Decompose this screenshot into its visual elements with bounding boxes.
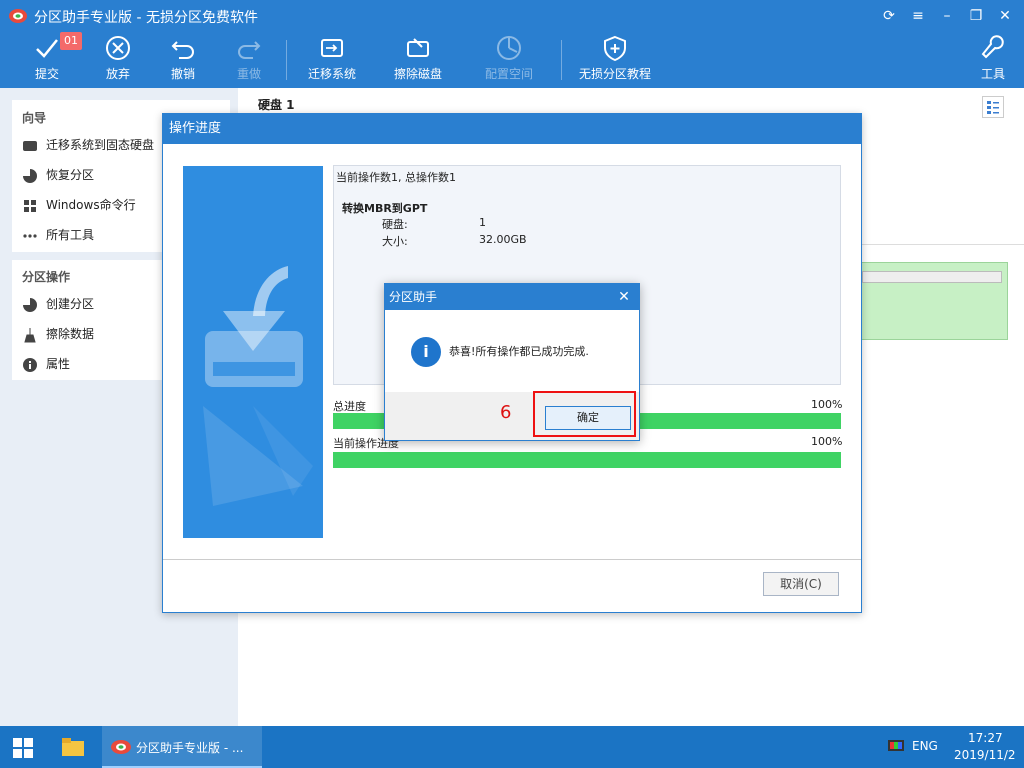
- wipe-disk-label: 擦除磁盘: [393, 67, 442, 81]
- pie-clock-icon: [497, 36, 521, 60]
- disk-value: 1: [479, 216, 486, 229]
- sidebar-item-label: 迁移系统到固态硬盘: [46, 138, 155, 152]
- download-disk-icon: [203, 266, 313, 506]
- restore-button[interactable]: ❐: [966, 6, 986, 26]
- redo-button[interactable]: 重做: [214, 34, 284, 86]
- wrench-icon: [981, 35, 1004, 59]
- broom-icon: [24, 327, 36, 342]
- title-bar: 分区助手专业版 - 无损分区免费软件 ⟳ ≡ – ❐ ✕: [0, 0, 1024, 32]
- more-icon: [23, 233, 37, 238]
- sidebar-item-label: Windows命令行: [46, 198, 136, 212]
- undo-button[interactable]: 撤销: [148, 34, 218, 86]
- sidebar-item-cmd[interactable]: Windows命令行: [22, 194, 136, 216]
- app-logo-icon: [9, 9, 27, 23]
- menu-icon[interactable]: ≡: [908, 6, 928, 26]
- undo-icon: [171, 41, 194, 59]
- sidebar-item-label: 所有工具: [46, 228, 95, 242]
- app-logo-icon: [111, 740, 131, 754]
- undo-label: 撤销: [170, 67, 195, 81]
- windows-start-icon[interactable]: [13, 738, 33, 758]
- size-key: 大小:: [382, 235, 408, 248]
- toolbar: 提交 放弃 撤销 重做 迁移系统 擦除磁盘 配置空间 无损分区教程 工具: [0, 32, 1024, 88]
- sidebar-item-label: 恢复分区: [46, 168, 95, 182]
- highlight-box: [533, 391, 636, 437]
- sidebar-item-label: 创建分区: [46, 297, 95, 311]
- tools-button[interactable]: 工具: [958, 34, 1024, 86]
- dialog-divider: [163, 559, 861, 560]
- sidebar-item-migrate-ssd[interactable]: 迁移系统到固态硬盘: [22, 134, 154, 156]
- redo-label: 重做: [236, 67, 261, 81]
- close-button[interactable]: ✕: [995, 6, 1015, 26]
- migrate-system-label: 迁移系统: [307, 67, 356, 81]
- migrate-system-button[interactable]: 迁移系统: [297, 34, 367, 86]
- sidebar-item-wipe-data[interactable]: 擦除数据: [22, 323, 94, 345]
- tutorial-label: 无损分区教程: [578, 67, 651, 81]
- redo-icon: [238, 41, 261, 59]
- partition-usage-bar: [862, 271, 1002, 283]
- display-icon[interactable]: [888, 740, 904, 754]
- message-box-close-button[interactable]: ✕: [615, 288, 633, 306]
- sidebar-item-label: 擦除数据: [46, 327, 95, 341]
- disk-label: 硬盘 1: [258, 98, 295, 112]
- tutorial-button[interactable]: 无损分区教程: [575, 34, 655, 86]
- sidebar-item-create-partition[interactable]: 创建分区: [22, 293, 94, 315]
- clock-date[interactable]: 2019/11/2: [954, 748, 1016, 762]
- current-progress-percent: 100%: [811, 435, 843, 448]
- current-ops-count: 当前操作数1, 总操作数1: [336, 171, 456, 184]
- shield-plus-icon: [604, 35, 626, 62]
- eraser-disk-icon: [407, 38, 429, 57]
- wipe-disk-button[interactable]: 擦除磁盘: [383, 34, 453, 86]
- taskbar: 分区助手专业版 - ... ENG 17:27 2019/11/2: [0, 726, 1024, 768]
- total-progress-percent: 100%: [811, 398, 843, 411]
- current-progress-bar: [333, 452, 841, 468]
- cancel-button[interactable]: 取消(C): [763, 572, 839, 596]
- toolbar-separator: [286, 40, 287, 80]
- discard-button[interactable]: 放弃: [83, 34, 153, 86]
- disk-icon: [23, 140, 37, 151]
- wizard-title: 向导: [22, 111, 47, 125]
- taskbar-app-label: 分区助手专业版 - ...: [136, 741, 244, 755]
- submit-label: 提交: [34, 67, 59, 81]
- disk-migrate-icon: [321, 39, 343, 57]
- check-icon: [36, 39, 58, 58]
- pending-count-badge: 01: [60, 32, 82, 50]
- info-icon: [23, 357, 37, 372]
- minimize-button[interactable]: –: [937, 6, 957, 26]
- file-explorer-icon[interactable]: [62, 738, 84, 756]
- operation-name: 转换MBR到GPT: [342, 202, 428, 215]
- tools-label: 工具: [980, 67, 1005, 81]
- message-box-body: i 恭喜!所有操作都已成功完成.: [385, 310, 639, 392]
- discard-icon: [106, 36, 130, 60]
- divider: [860, 244, 1024, 245]
- progress-illustration: [183, 166, 323, 538]
- size-value: 32.00GB: [479, 233, 527, 246]
- taskbar-app-button[interactable]: 分区助手专业版 - ...: [102, 726, 262, 768]
- windows-icon: [24, 199, 36, 212]
- sidebar-item-properties[interactable]: 属性: [22, 353, 70, 375]
- toolbar-separator: [561, 40, 562, 80]
- window-title: 分区助手专业版 - 无损分区免费软件: [34, 10, 258, 26]
- info-icon: i: [411, 337, 441, 367]
- allocate-space-label: 配置空间: [484, 67, 533, 81]
- clock-time[interactable]: 17:27: [968, 731, 1003, 745]
- step-number: 6: [500, 402, 512, 423]
- message-text: 恭喜!所有操作都已成功完成.: [449, 345, 589, 358]
- progress-dialog-title: 操作进度: [163, 114, 861, 144]
- view-toggle-icon[interactable]: [982, 96, 1004, 118]
- sidebar-item-all-tools[interactable]: 所有工具: [22, 224, 94, 246]
- sidebar-item-recover-partition[interactable]: 恢复分区: [22, 164, 94, 186]
- language-indicator[interactable]: ENG: [912, 739, 938, 753]
- refresh-icon[interactable]: ⟳: [879, 6, 899, 26]
- pie-add-icon: [23, 297, 37, 312]
- disk-key: 硬盘:: [382, 218, 408, 231]
- pie-icon: [23, 168, 37, 183]
- partition-ops-title: 分区操作: [22, 270, 71, 284]
- discard-label: 放弃: [105, 67, 130, 81]
- allocate-space-button[interactable]: 配置空间: [474, 34, 544, 86]
- sidebar-item-label: 属性: [46, 357, 71, 371]
- total-progress-label: 总进度: [333, 400, 366, 413]
- message-box-title: 分区助手: [385, 284, 639, 310]
- current-progress-track: [333, 452, 841, 468]
